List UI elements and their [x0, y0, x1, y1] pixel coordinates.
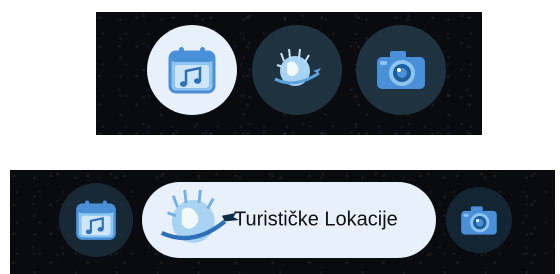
tourist-locations-nav-button[interactable]: Turističke Lokacije: [142, 182, 436, 258]
top-nav-bar-screenshot: [96, 12, 482, 135]
camera-icon: [374, 48, 428, 92]
events-nav-button[interactable]: [147, 25, 237, 115]
camera-nav-button[interactable]: [446, 187, 512, 253]
globe-travel-icon: [267, 45, 327, 95]
camera-nav-button[interactable]: [356, 25, 446, 115]
globe-travel-icon: [156, 184, 242, 256]
tourist-locations-nav-button[interactable]: [252, 25, 342, 115]
bottom-nav-bar-screenshot: Turističke Lokacije: [10, 170, 555, 274]
tourist-locations-label: Turističke Lokacije: [234, 208, 398, 231]
calendar-music-icon: [166, 44, 218, 96]
calendar-music-icon: [74, 198, 118, 242]
camera-icon: [459, 204, 499, 237]
events-nav-button[interactable]: [59, 183, 133, 257]
